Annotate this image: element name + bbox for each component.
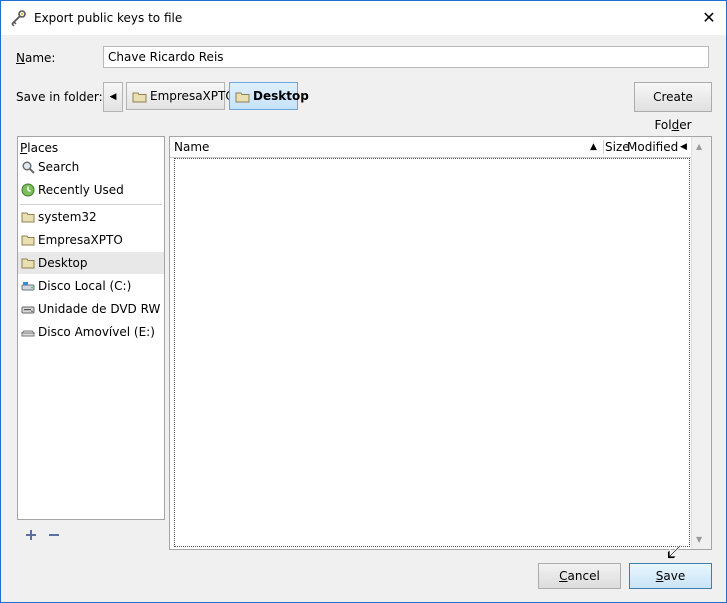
places-separator (20, 204, 162, 205)
cancel-label-accel: C (559, 569, 568, 583)
folder-icon (21, 212, 35, 223)
search-icon (22, 161, 35, 174)
plus-icon[interactable] (25, 529, 37, 541)
dvd-drive-icon (21, 306, 35, 314)
place-item-label: Disco Local (C:) (38, 279, 132, 293)
place-item-label: Recently Used (38, 183, 124, 197)
minus-icon[interactable] (48, 529, 60, 541)
column-header-modified[interactable]: Modified (627, 140, 678, 154)
create-folder-button[interactable]: Create Folder (634, 82, 712, 132)
path-crumb-desktop[interactable]: Desktop (229, 82, 309, 110)
place-item-system32[interactable]: system32 (18, 206, 164, 228)
column-divider (603, 140, 604, 154)
folder-icon (235, 92, 250, 102)
close-button[interactable]: ✕ (692, 1, 726, 35)
cancel-button[interactable]: Cancel (538, 563, 621, 589)
folder-icon (21, 235, 35, 246)
place-item-label: Search (38, 160, 80, 174)
scroll-up-icon[interactable]: ▲ (696, 142, 702, 151)
cancel-label-rest: ancel (567, 569, 600, 583)
export-dialog: Export public keys to file ✕ Name: Save … (0, 0, 727, 603)
sort-ascending-icon: ▲ (590, 142, 597, 152)
column-header-size[interactable]: Size (605, 140, 630, 154)
create-folder-label-post: er (679, 118, 692, 132)
removable-drive-icon (21, 330, 35, 337)
more-columns-icon[interactable]: ◀ (680, 142, 687, 152)
key-icon (11, 10, 26, 27)
path-back-button[interactable]: ◀ (103, 82, 123, 112)
scroll-down-icon[interactable]: ▼ (696, 535, 702, 544)
file-list-header: Name ▲ Size Modified ◀ (170, 137, 693, 158)
folder-icon (21, 258, 35, 269)
place-item-label: system32 (38, 210, 97, 224)
name-label-accel: N (16, 51, 25, 65)
place-item-disco-local[interactable]: Disco Local (C:) (18, 275, 164, 297)
drive-icon (21, 282, 35, 291)
place-item-search[interactable]: Search (18, 156, 164, 178)
place-item-dvd-drive[interactable]: Unidade de DVD RW ... (18, 298, 164, 320)
file-list[interactable]: Name ▲ Size Modified ◀ ▲ ▼ (169, 136, 712, 550)
name-label-rest: ame: (24, 51, 56, 65)
file-list-scrollbar[interactable]: ▲ ▼ (691, 137, 711, 549)
place-item-recently-used[interactable]: Recently Used (18, 179, 164, 201)
mouse-pointer-icon (667, 544, 682, 559)
place-item-label: Unidade de DVD RW ... (38, 302, 164, 316)
title-bar: Export public keys to file ✕ (1, 1, 726, 35)
path-crumb-label: EmpresaXPTO (150, 89, 235, 103)
column-header-name[interactable]: Name (174, 140, 209, 154)
name-label: Name: (16, 51, 55, 65)
recent-icon (21, 183, 35, 197)
places-header: Places (20, 141, 58, 155)
file-list-body[interactable] (174, 158, 690, 547)
place-item-desktop[interactable]: Desktop (18, 252, 164, 274)
save-label-rest: ave (663, 569, 686, 583)
place-item-disco-amovivel[interactable]: Disco Amovível (E:) (18, 321, 164, 343)
path-crumb-empresaxpto[interactable]: EmpresaXPTO (126, 82, 235, 110)
places-panel: Places Search Recently Used system32 Emp… (17, 136, 165, 520)
place-item-label: EmpresaXPTO (38, 233, 123, 247)
window-title: Export public keys to file (34, 11, 183, 25)
places-header-rest: laces (27, 141, 59, 155)
path-crumb-label: Desktop (253, 89, 309, 103)
left-arrow-icon: ◀ (109, 92, 117, 102)
place-item-label: Disco Amovível (E:) (38, 325, 155, 339)
save-in-folder-label: Save in folder: (16, 90, 103, 104)
save-button[interactable]: Save (629, 563, 712, 589)
place-item-label: Desktop (38, 256, 88, 270)
name-input[interactable] (103, 46, 709, 68)
folder-icon (132, 92, 147, 102)
place-item-empresaxpto[interactable]: EmpresaXPTO (18, 229, 164, 251)
